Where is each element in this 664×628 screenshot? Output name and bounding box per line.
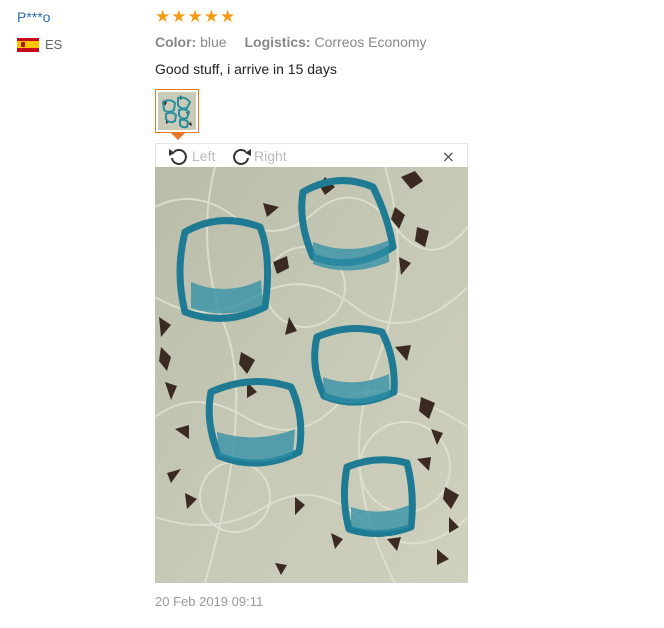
rotate-left-label: Left (192, 148, 216, 164)
review-photo-thumbnail[interactable] (155, 89, 199, 133)
star-icon: ★ (220, 7, 236, 27)
review-text: Good stuff, i arrive in 15 days (155, 61, 337, 77)
star-rating: ★ ★ ★ ★ ★ (155, 8, 235, 26)
star-icon: ★ (203, 7, 219, 27)
color-value: blue (200, 34, 227, 50)
photo-viewer-toolbar: Left Right × (155, 143, 468, 167)
rotate-left-button[interactable]: Left (168, 146, 215, 166)
spain-flag-icon (17, 37, 39, 52)
rotate-right-button[interactable]: Right (230, 146, 287, 166)
logistics-key: Logistics: (244, 34, 311, 50)
reviewer-name: P***o (17, 9, 51, 25)
rotate-left-icon (169, 149, 187, 165)
rotate-right-label: Right (254, 148, 287, 164)
thumbnail-pointer (171, 133, 185, 140)
country-code: ES (45, 37, 63, 52)
review-date: 20 Feb 2019 09:11 (155, 594, 264, 609)
review-photo (155, 167, 468, 583)
star-icon: ★ (155, 7, 171, 27)
logistics-value: Correos Economy (314, 34, 427, 50)
star-icon: ★ (171, 7, 187, 27)
rotate-right-icon (233, 149, 251, 165)
reviewer-country: ES (17, 37, 62, 52)
color-key: Color: (155, 34, 197, 50)
order-attributes: Color: blue Logistics: Correos Economy (155, 34, 441, 50)
star-icon: ★ (187, 7, 203, 27)
close-viewer-button[interactable]: × (442, 147, 455, 166)
